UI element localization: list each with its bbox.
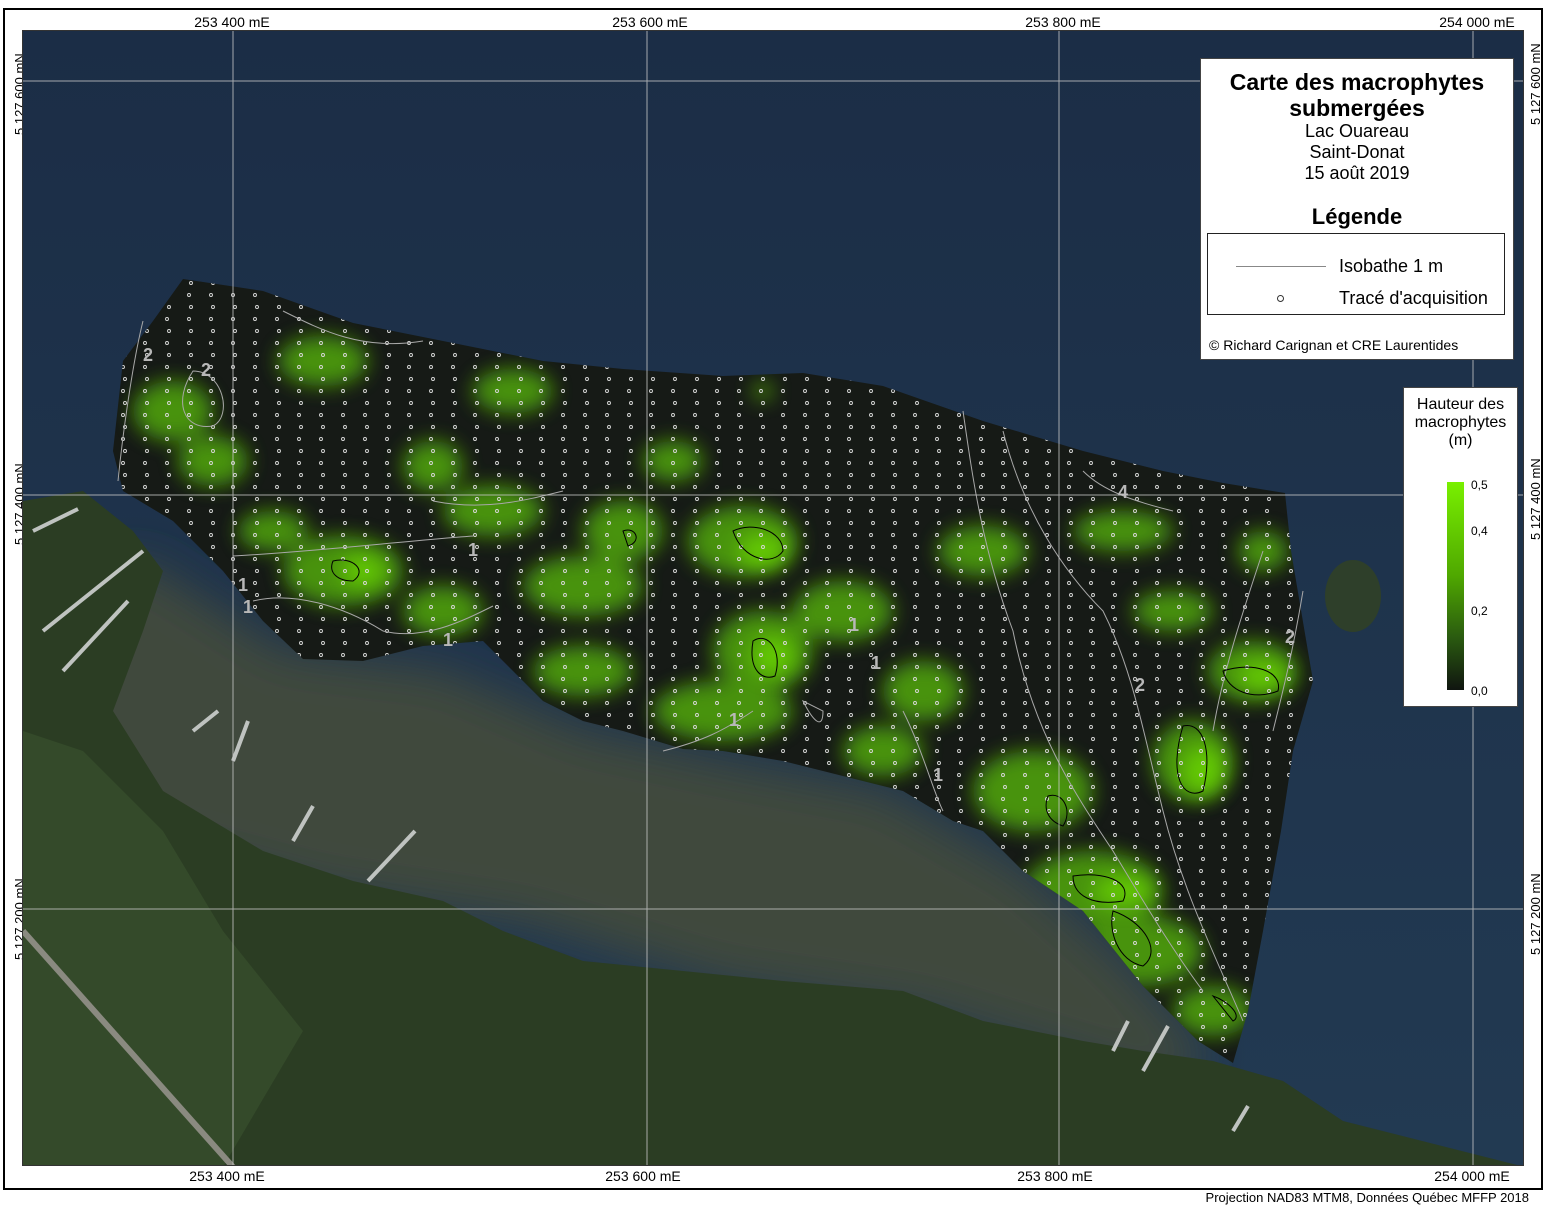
copyright-text: © Richard Carignan et CRE Laurentides: [1209, 337, 1459, 353]
isobath-label: 1: [933, 765, 943, 785]
scale-title-line2: macrophytes: [1414, 414, 1507, 431]
isobath-label: 2: [143, 345, 153, 365]
height-scale-box: Hauteur des macrophytes (m) 0,5 0,4 0,2 …: [1403, 387, 1518, 707]
isobath-label: 2: [1285, 627, 1295, 647]
legend-items: Isobathe 1 m Tracé d'acquisition: [1207, 233, 1505, 315]
grid-label-top-1: 253 400 mE: [194, 14, 270, 30]
scale-title-line1: Hauteur des: [1416, 396, 1505, 413]
isobath-label: 1: [443, 630, 453, 650]
isobath-label: 2: [201, 360, 211, 380]
grid-label-bottom-4: 254 000 mE: [1434, 1168, 1510, 1184]
scale-title-line3: (m): [1448, 432, 1473, 449]
map-title-line2: submergées: [1289, 95, 1425, 121]
grid-label-right-1: 5 127 600 mN: [1528, 43, 1543, 125]
grid-label-bottom-2: 253 600 mE: [605, 1168, 681, 1184]
island: [1325, 560, 1381, 632]
isobath-label: 1: [243, 597, 253, 617]
scale-label-02: 0,2: [1471, 604, 1488, 618]
projection-credit: Projection NAD83 MTM8, Données Québec MF…: [1205, 1190, 1529, 1205]
isobath-line-icon: [1236, 266, 1326, 267]
isobath-label: 2: [1135, 675, 1145, 695]
isobath-label: 4: [1118, 482, 1128, 502]
track-point-icon: [1277, 295, 1284, 302]
grid-label-top-2: 253 600 mE: [612, 14, 688, 30]
town-name: Saint-Donat: [1309, 142, 1405, 162]
survey-date: 15 août 2019: [1304, 163, 1410, 183]
scale-label-min: 0,0: [1471, 684, 1488, 698]
isobath-label: 1: [238, 575, 248, 595]
scale-label-04: 0,4: [1471, 524, 1488, 538]
title-legend-box: Carte des macrophytes submergées Lac Oua…: [1200, 58, 1514, 360]
map-title-line1: Carte des macrophytes: [1229, 69, 1485, 95]
grid-label-bottom-1: 253 400 mE: [189, 1168, 265, 1184]
color-ramp: [1447, 482, 1464, 690]
scale-label-max: 0,5: [1471, 478, 1488, 492]
grid-label-top-3: 253 800 mE: [1025, 14, 1101, 30]
legend-heading: Légende: [1311, 204, 1403, 229]
legend-track-label: Tracé d'acquisition: [1339, 288, 1488, 308]
lake-name: Lac Ouareau: [1304, 121, 1410, 141]
legend-isobath-label: Isobathe 1 m: [1339, 256, 1444, 276]
isobath-label: 1: [729, 710, 739, 730]
isobath-label: 1: [468, 540, 478, 560]
isobath-label: 1: [871, 653, 881, 673]
isobath-label: 1: [849, 615, 859, 635]
grid-label-bottom-3: 253 800 mE: [1017, 1168, 1093, 1184]
grid-label-right-3: 5 127 200 mN: [1528, 873, 1543, 955]
grid-label-right-2: 5 127 400 mN: [1528, 458, 1543, 540]
grid-label-top-4: 254 000 mE: [1439, 14, 1515, 30]
